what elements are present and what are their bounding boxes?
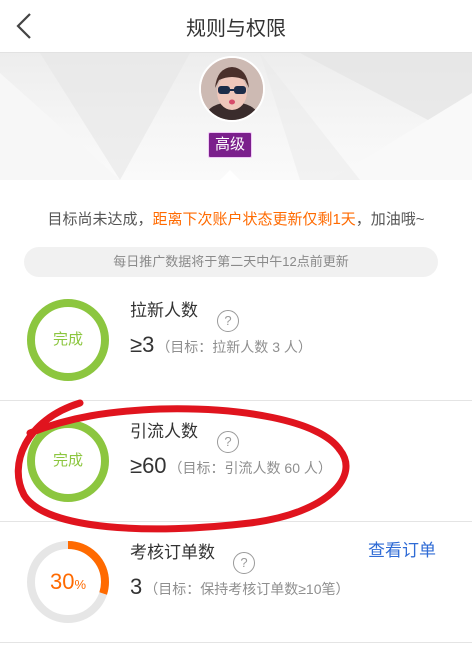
metric-current: 3 bbox=[130, 574, 143, 599]
banner-notch bbox=[220, 170, 240, 180]
update-schedule-note: 每日推广数据将于第二天中午12点前更新 bbox=[24, 247, 438, 277]
notice-highlight: 距离下次账户状态更新仅剩1天 bbox=[152, 211, 356, 228]
status-label: 完成 bbox=[52, 331, 83, 348]
goal-notice: 目标尚未达成，距离下次账户状态更新仅剩1天，加油哦~ bbox=[0, 208, 472, 229]
metric-row-traffic-users: 完成 引流人数 ? ≥60 （目标：引流人数 60 人） bbox=[0, 401, 472, 522]
help-icon[interactable]: ? bbox=[217, 310, 239, 332]
metric-value: 3 （目标：保持考核订单数≥10笔） bbox=[130, 574, 350, 600]
metric-target: （目标：保持考核订单数≥10笔） bbox=[144, 581, 350, 597]
profile-banner bbox=[0, 53, 472, 180]
help-icon[interactable]: ? bbox=[233, 552, 255, 574]
avatar-photo bbox=[201, 58, 263, 120]
level-badge: 高级 bbox=[208, 132, 253, 158]
notice-prefix: 目标尚未达成， bbox=[47, 211, 153, 228]
metric-title: 拉新人数 bbox=[130, 301, 198, 320]
metric-title: 引流人数 bbox=[130, 422, 198, 441]
metric-value: ≥60 （目标：引流人数 60 人） bbox=[130, 453, 332, 479]
metric-current: ≥3 bbox=[130, 332, 155, 357]
percent-value: 30 bbox=[49, 569, 75, 594]
percent-unit: % bbox=[74, 577, 87, 592]
metric-current: ≥60 bbox=[130, 453, 167, 478]
notice-suffix: ，加油哦~ bbox=[355, 211, 425, 228]
metric-row-new-users: 完成 拉新人数 ? ≥3 （目标：拉新人数 3 人） bbox=[0, 280, 472, 401]
metric-target: （目标：引流人数 60 人） bbox=[168, 460, 332, 476]
metric-value: ≥3 （目标：拉新人数 3 人） bbox=[130, 332, 312, 358]
status-label: 完成 bbox=[52, 452, 83, 469]
percent-label: 30% bbox=[26, 540, 110, 624]
metric-title: 考核订单数 bbox=[130, 543, 215, 562]
top-bar: 规则与权限 bbox=[0, 0, 472, 53]
avatar[interactable] bbox=[199, 56, 265, 122]
page-title: 规则与权限 bbox=[186, 18, 286, 40]
help-icon[interactable]: ? bbox=[217, 431, 239, 453]
metric-target: （目标：拉新人数 3 人） bbox=[156, 339, 312, 355]
metric-row-assessment-orders: 30% 考核订单数 ? 查看订单 3 （目标：保持考核订单数≥10笔） bbox=[0, 522, 472, 643]
view-orders-link[interactable]: 查看订单 bbox=[368, 536, 436, 561]
